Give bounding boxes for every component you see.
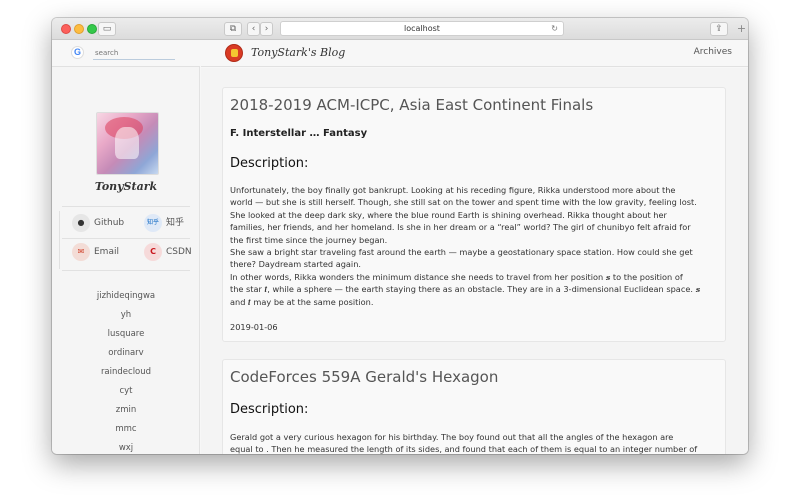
- google-icon[interactable]: G: [71, 46, 84, 59]
- friend-link[interactable]: wxj: [52, 439, 200, 454]
- github-icon: ●: [72, 214, 90, 232]
- post-excerpt: Unfortunately, the boy finally got bankr…: [230, 185, 701, 307]
- divider: [62, 206, 190, 207]
- post-excerpt: Gerald got a very curious hexagon for hi…: [230, 432, 698, 454]
- friend-link[interactable]: mmc: [52, 420, 200, 439]
- blog-title[interactable]: TonyStark's Blog: [251, 46, 345, 59]
- friend-link[interactable]: lusquare: [52, 325, 200, 344]
- email-label: Email: [94, 247, 119, 257]
- post-subtitle: F. Interstellar … Fantasy: [230, 128, 368, 139]
- top-nav: TonyStark's Blog Archives: [201, 40, 748, 67]
- divider: [62, 270, 190, 271]
- friend-link[interactable]: zmin: [52, 401, 200, 420]
- friend-links: jizhideqingwa yh lusquare ordinarv raind…: [52, 287, 200, 454]
- forward-button[interactable]: ›: [260, 22, 273, 36]
- description-heading: Description:: [230, 156, 309, 171]
- friend-link[interactable]: ordinarv: [52, 344, 200, 363]
- post-date: 2019-01-06: [230, 322, 278, 332]
- url-text: localhost: [404, 24, 440, 33]
- divider: [62, 238, 190, 239]
- share-icon[interactable]: ⇪: [710, 22, 728, 36]
- github-label: Github: [94, 218, 125, 228]
- description-heading: Description:: [230, 402, 309, 417]
- sidebar-search-bar: G: [52, 40, 200, 67]
- author-name: TonyStark: [94, 180, 158, 193]
- friend-link[interactable]: cyt: [52, 382, 200, 401]
- post-title[interactable]: CodeForces 559A Gerald's Hexagon: [230, 368, 498, 386]
- sidebar: G TonyStark ● Github 知乎 知乎 ✉ Email C CSD…: [52, 40, 200, 454]
- friend-link[interactable]: yh: [52, 306, 200, 325]
- address-bar[interactable]: localhost ↻: [280, 21, 564, 36]
- tab-overview-icon[interactable]: ⧉: [224, 22, 242, 36]
- browser-window: ▭ ⧉ ‹ › localhost ↻ ⇪ + G TonyStark ● Gi…: [52, 18, 748, 454]
- divider: [59, 211, 60, 269]
- post-title[interactable]: 2018-2019 ACM-ICPC, Asia East Continent …: [230, 96, 593, 114]
- post-card: 2018-2019 ACM-ICPC, Asia East Continent …: [222, 87, 726, 342]
- post-list: 2018-2019 ACM-ICPC, Asia East Continent …: [201, 68, 748, 454]
- search-input[interactable]: [93, 46, 175, 60]
- ironman-logo-icon[interactable]: [225, 44, 243, 62]
- minimize-button[interactable]: [74, 24, 84, 34]
- archives-link[interactable]: Archives: [694, 47, 732, 57]
- friend-link[interactable]: raindecloud: [52, 363, 200, 382]
- close-button[interactable]: [61, 24, 71, 34]
- csdn-label: CSDN: [166, 247, 192, 257]
- post-card: CodeForces 559A Gerald's Hexagon Descrip…: [222, 359, 726, 454]
- zhihu-icon: 知乎: [144, 214, 162, 232]
- email-icon: ✉: [72, 243, 90, 261]
- reload-icon[interactable]: ↻: [551, 22, 558, 36]
- back-button[interactable]: ‹: [247, 22, 260, 36]
- zoom-button[interactable]: [87, 24, 97, 34]
- friend-link[interactable]: jizhideqingwa: [52, 287, 200, 306]
- csdn-icon: C: [144, 243, 162, 261]
- title-bar: ▭ ⧉ ‹ › localhost ↻ ⇪ +: [52, 18, 748, 40]
- new-tab-button[interactable]: +: [735, 23, 748, 37]
- avatar: [96, 112, 159, 175]
- sidebar-toggle-icon[interactable]: ▭: [98, 22, 116, 36]
- zhihu-label: 知乎: [166, 218, 185, 228]
